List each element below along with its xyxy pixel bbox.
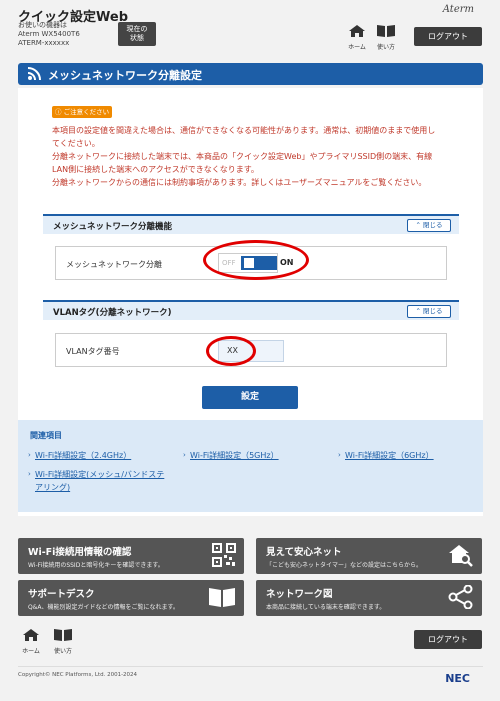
book-icon <box>209 588 235 607</box>
caution-line: てください。 <box>52 139 100 148</box>
caution-line: LAN側に接続した端末へのアクセスができなくなります。 <box>52 165 259 174</box>
close-label: 閉じる <box>423 221 443 229</box>
tile-network-map[interactable]: ネットワーク図 本商品に接続している端末を確認できます。 <box>256 580 482 616</box>
link-wifi-5ghz[interactable]: Wi-Fi詳細設定（5GHz） <box>190 449 279 462</box>
link-line: アリング) <box>35 483 71 492</box>
related-items-title: 関連項目 <box>30 431 62 440</box>
home-search-icon <box>449 545 473 567</box>
tile-mieru-anshin[interactable]: 見えて安心ネット 「こども安心ネットタイマー」などの設定はこちらから。 <box>256 538 482 574</box>
tile-support-desk[interactable]: サポートデスク Q&A、機能別設定ガイドなどの情報をご覧になれます。 <box>18 580 244 616</box>
bullet-icon: › <box>183 451 186 459</box>
status-button-line2: 状態 <box>130 34 144 42</box>
wifi-icon <box>27 67 41 81</box>
caution-line: 本項目の設定値を間違えた場合は、通信ができなくなる可能性があります。通常は、初期… <box>52 126 436 135</box>
highlight-ring-toggle <box>203 240 309 280</box>
vlan-section-close-button[interactable]: ⌃ 閉じる <box>407 305 451 318</box>
tile-subtitle: 本商品に接続している端末を確認できます。 <box>266 604 386 611</box>
device-id: ATERM-xxxxxx <box>18 39 70 47</box>
share-icon <box>448 585 473 609</box>
footer-manual-label: 使い方 <box>53 648 72 655</box>
footer-divider <box>18 666 483 667</box>
home-icon <box>23 629 39 641</box>
home-icon <box>349 25 365 37</box>
vlan-section-header: VLANタグ(分離ネットワーク) ⌃ 閉じる <box>43 300 459 320</box>
page-title: メッシュネットワーク分離設定 <box>48 69 202 82</box>
bullet-icon: › <box>28 470 31 478</box>
brand-logo: Aterm <box>442 4 474 15</box>
bullet-icon: › <box>338 451 341 459</box>
current-status-button[interactable]: 現在の 状態 <box>118 22 156 46</box>
caution-line: 分離ネットワークに接続した端末では、本商品の「クイック設定Web」やプライマリS… <box>52 152 433 161</box>
tile-subtitle: Wi-Fi接続用のSSIDと暗号化キーを確認できます。 <box>28 562 164 569</box>
tile-title: サポートデスク <box>28 589 95 600</box>
link-wifi-mesh-band-steering[interactable]: Wi-Fi詳細設定(メッシュ/バンドステ アリング) <box>35 468 164 494</box>
tile-title: ネットワーク図 <box>266 589 333 600</box>
device-model: Aterm WX5400T6 <box>18 30 80 38</box>
home-nav[interactable]: ホーム <box>346 24 368 51</box>
mesh-section-close-button[interactable]: ⌃ 閉じる <box>407 219 451 232</box>
header: クイック設定Web お使いの機器は Aterm WX5400T6 ATERM-x… <box>0 0 500 56</box>
caution-badge: ⓘ ご注意ください <box>52 106 112 118</box>
copyright: Copyright© NEC Platforms, Ltd. 2001-2024 <box>18 672 138 678</box>
tile-wifi-info[interactable]: Wi-Fi接続用情報の確認 Wi-Fi接続用のSSIDと暗号化キーを確認できます… <box>18 538 244 574</box>
footer-home-label: ホーム <box>22 648 40 655</box>
page-title-bar: メッシュネットワーク分離設定 <box>18 63 483 85</box>
related-items-panel <box>18 420 483 512</box>
link-wifi-6ghz[interactable]: Wi-Fi詳細設定（6GHz） <box>345 449 434 462</box>
submit-button[interactable]: 設定 <box>202 386 298 409</box>
footer-manual-nav[interactable]: 使い方 <box>52 628 74 655</box>
caution-icon: ⓘ <box>55 108 62 116</box>
book-icon <box>377 25 395 37</box>
manual-nav[interactable]: 使い方 <box>375 24 397 51</box>
link-line: Wi-Fi詳細設定(メッシュ/バンドステ <box>35 470 165 479</box>
status-button-line1: 現在の <box>126 25 148 33</box>
caution-line: 分離ネットワークからの通信には制約事項があります。詳しくはユーザーズマニュアルを… <box>52 178 427 187</box>
qr-code-icon <box>212 543 236 567</box>
home-label: ホーム <box>348 44 366 51</box>
mesh-section-header: メッシュネットワーク分離機能 ⌃ 閉じる <box>43 214 459 234</box>
close-label: 閉じる <box>423 307 443 315</box>
caution-text: 本項目の設定値を間違えた場合は、通信ができなくなる可能性があります。通常は、初期… <box>52 124 452 189</box>
link-wifi-2-4ghz[interactable]: Wi-Fi詳細設定（2.4GHz） <box>35 449 131 462</box>
mesh-isolation-label: メッシュネットワーク分離 <box>66 260 162 269</box>
device-label: お使いの機器は <box>18 21 67 29</box>
tile-subtitle: 「こども安心ネットタイマー」などの設定はこちらから。 <box>266 562 423 569</box>
tile-title: 見えて安心ネット <box>266 547 342 558</box>
mesh-section-title: メッシュネットワーク分離機能 <box>53 222 173 232</box>
nec-logo: NEC <box>445 672 470 685</box>
manual-label: 使い方 <box>376 44 395 51</box>
book-icon <box>54 629 72 641</box>
caution-badge-label: ご注意ください <box>63 108 110 116</box>
vlan-tag-label: VLANタグ番号 <box>66 347 120 356</box>
logout-button[interactable]: ログアウト <box>414 27 482 46</box>
bullet-icon: › <box>28 451 31 459</box>
footer-logout-button[interactable]: ログアウト <box>414 630 482 649</box>
chevron-up-icon: ⌃ <box>415 221 421 229</box>
chevron-up-icon: ⌃ <box>415 307 421 315</box>
highlight-ring-vlan <box>206 336 256 366</box>
tile-subtitle: Q&A、機能別設定ガイドなどの情報をご覧になれます。 <box>28 604 179 611</box>
footer-home-nav[interactable]: ホーム <box>20 628 42 655</box>
vlan-section-title: VLANタグ(分離ネットワーク) <box>53 308 172 318</box>
tile-title: Wi-Fi接続用情報の確認 <box>28 547 132 558</box>
